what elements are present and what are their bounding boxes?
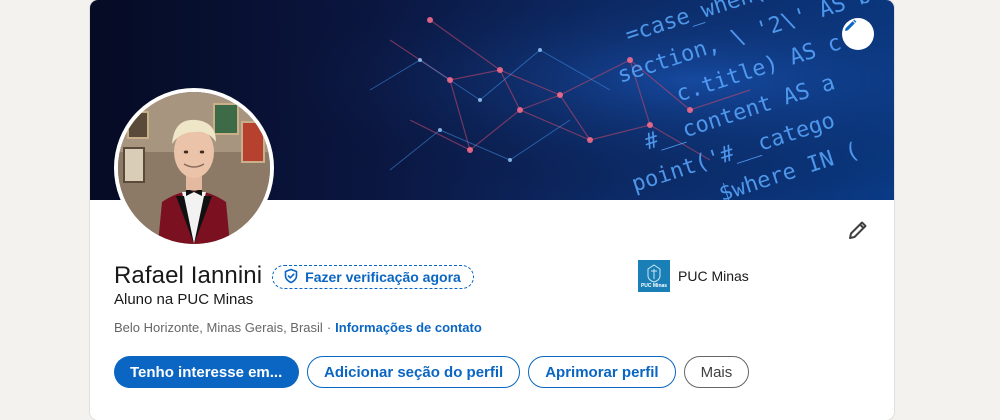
- profile-card: =case_when( section, \ '2\' AS b c.title…: [90, 0, 894, 420]
- pencil-icon: [846, 218, 870, 247]
- edit-profile-button[interactable]: [844, 218, 872, 246]
- profile-name: Rafael Iannini: [114, 262, 263, 289]
- profile-headline: Aluno na PUC Minas: [114, 291, 254, 308]
- enhance-profile-button[interactable]: Aprimorar perfil: [528, 356, 676, 388]
- edit-banner-button[interactable]: [842, 18, 874, 50]
- open-to-button[interactable]: Tenho interesse em...: [114, 356, 299, 388]
- education-organization[interactable]: PUC Minas PUC Minas: [638, 260, 749, 292]
- verify-now-button[interactable]: Fazer verificação agora: [272, 265, 474, 289]
- profile-actions: Tenho interesse em... Adicionar seção do…: [114, 356, 757, 388]
- org-logo-text: PUC Minas: [640, 283, 668, 289]
- add-profile-section-button[interactable]: Adicionar seção do perfil: [307, 356, 521, 388]
- name-row: Rafael Iannini Fazer verificação agora: [114, 262, 474, 290]
- profile-location: Belo Horizonte, Minas Gerais, Brasil: [114, 320, 323, 335]
- location-row: Belo Horizonte, Minas Gerais, Brasil · Inf…: [114, 320, 482, 335]
- profile-photo[interactable]: [114, 88, 274, 248]
- puc-minas-logo: PUC Minas: [638, 260, 670, 292]
- shield-check-icon: [283, 268, 305, 287]
- separator: ·: [326, 320, 332, 335]
- contact-info-link[interactable]: Informações de contato: [335, 320, 482, 335]
- more-button[interactable]: Mais: [683, 356, 750, 388]
- verify-label: Fazer verificação agora: [305, 269, 461, 285]
- organization-name: PUC Minas: [678, 268, 749, 284]
